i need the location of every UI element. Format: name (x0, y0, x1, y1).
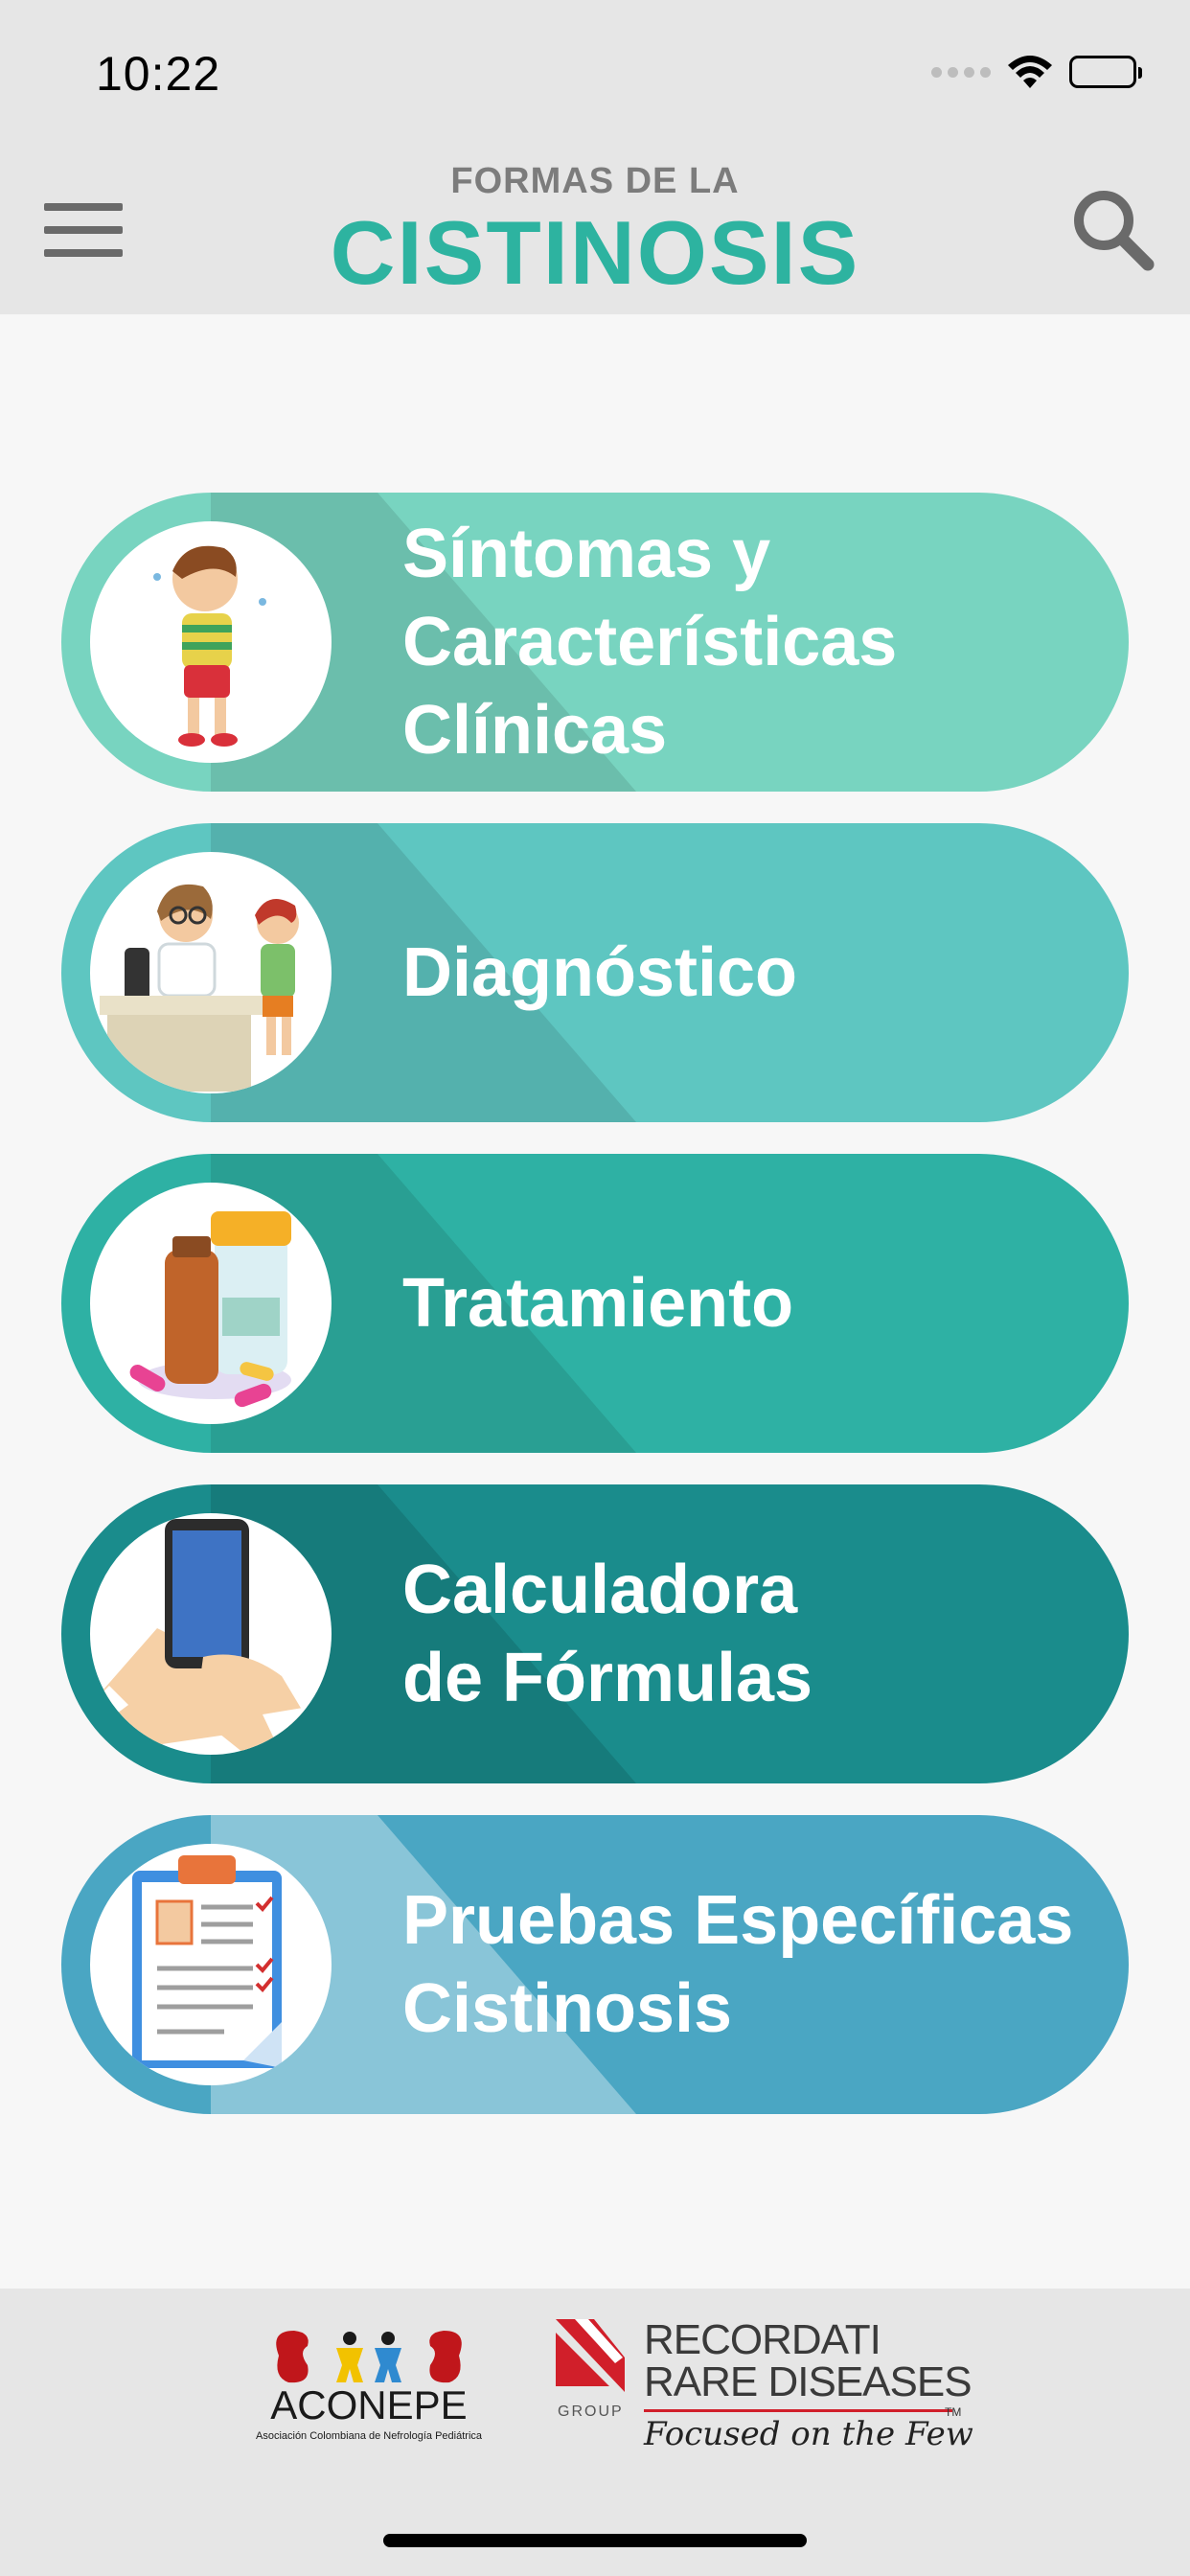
search-button[interactable] (1069, 186, 1156, 272)
header-subtitle: FORMAS DE LA (450, 161, 740, 201)
aconepe-subtitle: Asociación Colombiana de Nefrología Pedi… (255, 2430, 483, 2442)
battery-icon (1069, 56, 1142, 88)
status-icons (931, 54, 1142, 90)
menu-card-diagnostico[interactable]: Diagnóstico (61, 823, 1129, 1122)
clipboard-icon (90, 1844, 332, 2085)
menu-card-label: Calculadora de Fórmulas (402, 1552, 813, 1716)
medicine-bottles-icon (90, 1183, 332, 1424)
search-icon (1074, 191, 1155, 271)
menu-card-calculadora[interactable]: Calculadora de Fórmulas (61, 1484, 1129, 1783)
recordati-divider (644, 2409, 952, 2412)
menu-card-label: Síntomas y Características Clínicas (402, 516, 898, 769)
trademark-mark: TM (945, 2405, 962, 2419)
menu-card-label: Pruebas Específicas Cistinosis (402, 1882, 1074, 2047)
app-header: FORMAS DE LA CISTINOSIS (0, 144, 1190, 314)
menu-card-sintomas[interactable]: Síntomas y Características Clínicas (61, 493, 1129, 792)
status-bar: 10:22 (0, 0, 1190, 144)
cellular-signal-icon (931, 66, 991, 78)
menu-card-label: Diagnóstico (402, 934, 798, 1011)
status-time: 10:22 (96, 47, 221, 101)
kidney-figures-icon (276, 2331, 462, 2383)
page-title: CISTINOSIS (330, 202, 860, 303)
recordati-mark-icon (556, 2319, 625, 2392)
footer: ACONEPE Asociación Colombiana de Nefrolo… (0, 2288, 1190, 2576)
sick-child-icon (90, 521, 332, 763)
recordati-tagline: Focused on the Few (644, 2415, 973, 2453)
recordati-group: GROUP (558, 2404, 624, 2420)
menu-card-pruebas[interactable]: Pruebas Específicas Cistinosis (61, 1815, 1129, 2114)
menu-card-label: Tratamiento (402, 1265, 794, 1342)
doctor-patient-icon (90, 852, 332, 1093)
menu-list: Síntomas y Características Clínicas Diag… (61, 493, 1129, 2146)
aconepe-logo: ACONEPE Asociación Colombiana de Nefrolo… (244, 2327, 493, 2471)
home-indicator[interactable] (383, 2534, 807, 2547)
aconepe-name: ACONEPE (270, 2382, 468, 2427)
recordati-line2: RARE DISEASES (644, 2358, 973, 2405)
recordati-logo: RECORDATI RARE DISEASES GROUP Focused on… (556, 2315, 977, 2459)
wifi-icon (1008, 56, 1052, 88)
menu-card-tratamiento[interactable]: Tratamiento (61, 1154, 1129, 1453)
recordati-line1: RECORDATI (644, 2316, 881, 2363)
phone-hand-icon (90, 1513, 332, 1755)
